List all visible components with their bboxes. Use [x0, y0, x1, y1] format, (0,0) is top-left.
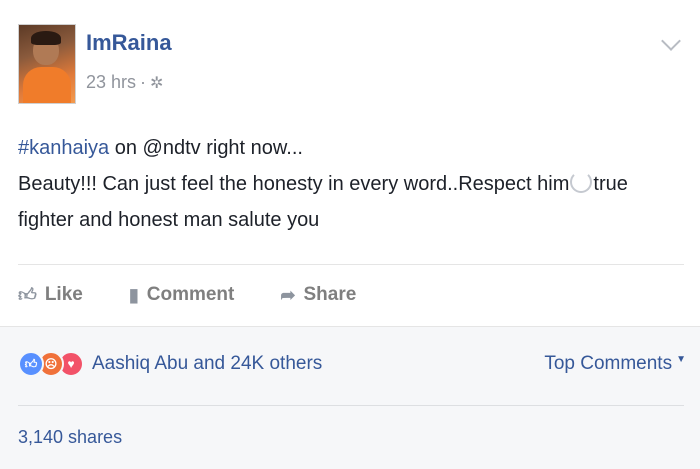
share-button[interactable]: ➦ Share — [280, 278, 356, 312]
divider — [18, 264, 684, 265]
post-text-line-3: fighter and honest man salute you — [18, 209, 320, 231]
comment-sort-dropdown[interactable]: Top Comments ▼ — [544, 353, 686, 375]
comment-label: Comment — [146, 284, 235, 305]
meta-separator: · — [140, 72, 147, 92]
caret-down-icon: ▼ — [676, 354, 686, 365]
post-text: #kanhaiya on @ndtv right now... Beauty!!… — [18, 130, 668, 238]
shares-count[interactable]: 3,140 shares — [18, 427, 122, 448]
reactions-text[interactable]: Aashiq Abu and 24K others — [92, 353, 322, 375]
share-label: Share — [303, 284, 357, 305]
comment-sort-label: Top Comments — [544, 353, 673, 374]
author-name[interactable]: ImRaina — [86, 30, 172, 56]
post-card: ImRaina 23 hrs · ✲ #kanhaiya on @ndtv ri… — [0, 0, 700, 469]
action-bar: 👍︎ Like ▮ Comment ➦ Share — [18, 278, 356, 312]
post-text-line-2b: true — [593, 173, 628, 195]
post-text-line-2a: Beauty!!! Can just feel the honesty in e… — [18, 173, 570, 195]
reactions-summary[interactable]: 👍︎ ☹ ♥ Aashiq Abu and 24K others — [18, 351, 322, 377]
divider — [18, 405, 684, 406]
post-text-line-1: #kanhaiya on @ndtv right now... — [18, 130, 668, 166]
comment-button[interactable]: ▮ Comment — [129, 278, 235, 312]
chevron-down-icon[interactable] — [661, 31, 681, 51]
avatar[interactable] — [18, 24, 76, 104]
like-reaction-icon: 👍︎ — [18, 351, 44, 377]
post-meta: 23 hrs · ✲ — [86, 72, 163, 93]
post-time[interactable]: 23 hrs — [86, 72, 136, 93]
comment-icon: ▮ — [128, 284, 139, 305]
post-header: ImRaina 23 hrs · ✲ — [18, 24, 688, 104]
post-text-line-2: Beauty!!! Can just feel the honesty in e… — [18, 166, 668, 202]
like-label: Like — [44, 284, 83, 305]
post-footer: 👍︎ ☹ ♥ Aashiq Abu and 24K others Top Com… — [0, 326, 700, 469]
post-text-line-1-rest: on @ndtv right now... — [109, 137, 303, 159]
hashtag-link[interactable]: #kanhaiya — [18, 137, 109, 159]
like-button[interactable]: 👍︎ Like — [18, 278, 83, 312]
thumbs-up-icon: 👍︎ — [18, 285, 37, 305]
loading-icon — [570, 171, 593, 193]
globe-icon: ✲ — [150, 74, 164, 92]
share-arrow-icon: ➦ — [280, 284, 296, 305]
